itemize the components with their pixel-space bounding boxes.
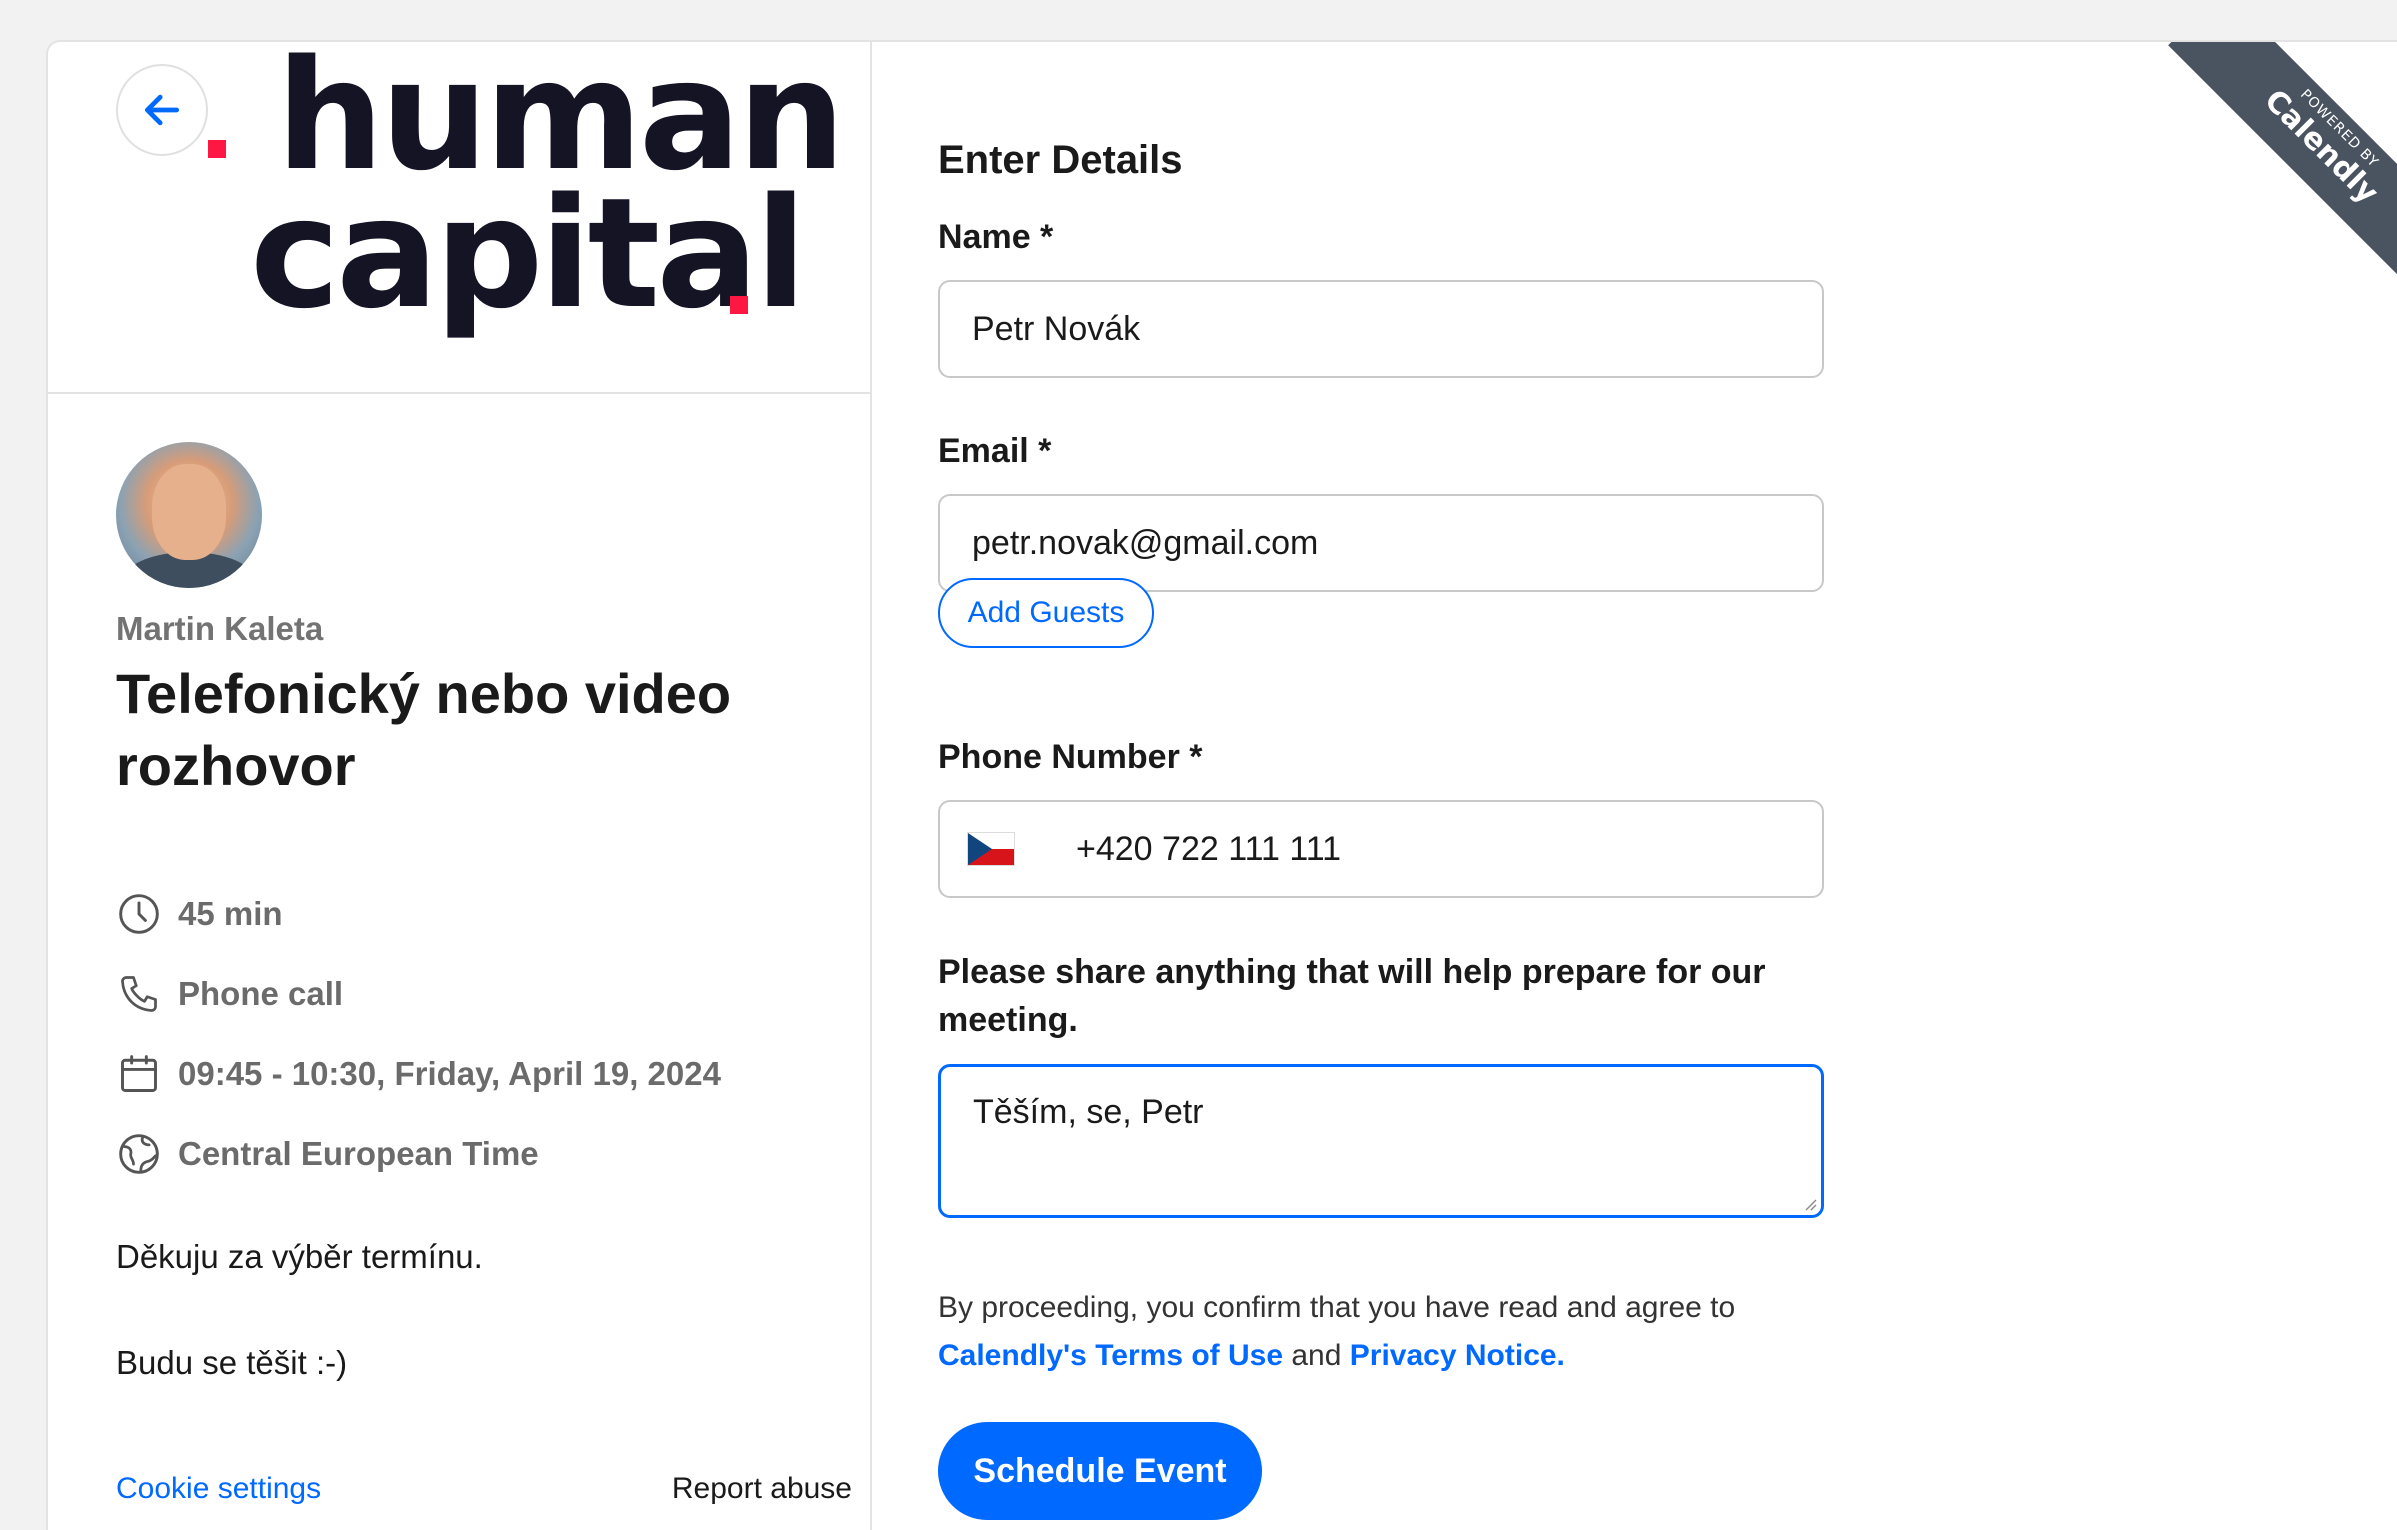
datetime-row: 09:45 - 10:30, Friday, April 19, 2024 [116, 1050, 721, 1098]
name-input[interactable]: Petr Novák [938, 280, 1824, 378]
name-label: Name * [938, 218, 1054, 256]
terms-of-use-link[interactable]: Calendly's Terms of Use [938, 1339, 1283, 1372]
logo-line-2: capital [250, 165, 807, 342]
timezone-text: Central European Time [178, 1135, 539, 1172]
duration-text: 45 min [178, 895, 283, 932]
notes-textarea[interactable]: Těším, se, Petr [938, 1064, 1824, 1218]
description-line: Budu se těšit :-) [116, 1344, 348, 1381]
location-text: Phone call [178, 975, 344, 1012]
add-guests-button[interactable]: Add Guests [938, 578, 1154, 648]
phone-label: Phone Number * [938, 738, 1203, 776]
terms-and: and [1291, 1339, 1342, 1372]
globe-icon [119, 1134, 159, 1174]
phone-icon [121, 976, 157, 1012]
host-section: Martin Kaleta Telefonický nebo video roz… [116, 442, 836, 802]
company-logo: human capital [208, 42, 846, 362]
email-label: Email * [938, 432, 1052, 470]
resize-grip-icon[interactable] [1803, 1197, 1817, 1211]
form-heading: Enter Details [938, 138, 1183, 182]
event-title: Telefonický nebo video rozhovor [116, 662, 732, 797]
phone-input-value: +420 722 111 111 [1076, 829, 1342, 868]
privacy-notice-link[interactable]: Privacy Notice. [1350, 1339, 1565, 1372]
logo-area: human capital [48, 42, 870, 394]
clock-icon [119, 894, 159, 934]
czech-flag-icon[interactable] [968, 833, 1014, 865]
report-abuse-link[interactable]: Report abuse [672, 1472, 852, 1506]
back-button[interactable] [116, 64, 208, 156]
event-details: 45 min Phone call 09:45 - 10:30, Friday,… [116, 890, 721, 1210]
logo-accent-dot [208, 140, 226, 158]
phone-input[interactable]: +420 722 111 111 [938, 800, 1824, 898]
description-line: Děkuju za výběr termínu. [116, 1238, 483, 1275]
datetime-text: 09:45 - 10:30, Friday, April 19, 2024 [178, 1055, 721, 1092]
event-description: Děkuju za výběr termínu. Budu se těšit :… [116, 1238, 483, 1450]
calendar-icon [121, 1055, 157, 1092]
arrow-left-icon [144, 94, 180, 126]
terms-prefix: By proceeding, you confirm that you have… [938, 1291, 1736, 1324]
powered-by-badge[interactable]: POWERED BY Calendly [2139, 42, 2397, 302]
terms-notice: By proceeding, you confirm that you have… [938, 1284, 1838, 1380]
cookie-settings-link[interactable]: Cookie settings [116, 1472, 321, 1506]
powered-by-ribbon[interactable]: POWERED BY Calendly [2168, 42, 2397, 300]
host-name: Martin Kaleta [116, 610, 324, 647]
event-info-panel: human capital Martin Kaleta Telefonický … [48, 42, 872, 1530]
booking-card: human capital Martin Kaleta Telefonický … [46, 40, 2397, 1530]
logo-accent-dot [730, 296, 748, 314]
schedule-event-button[interactable]: Schedule Event [938, 1422, 1262, 1520]
email-input-value: petr.novak@gmail.com [972, 523, 1319, 562]
location-row: Phone call [116, 970, 721, 1018]
duration-row: 45 min [116, 890, 721, 938]
avatar [116, 442, 262, 588]
notes-textarea-value: Těším, se, Petr [973, 1093, 1204, 1131]
notes-label: Please share anything that will help pre… [938, 953, 1766, 1039]
name-input-value: Petr Novák [972, 309, 1141, 348]
timezone-row: Central European Time [116, 1130, 721, 1178]
